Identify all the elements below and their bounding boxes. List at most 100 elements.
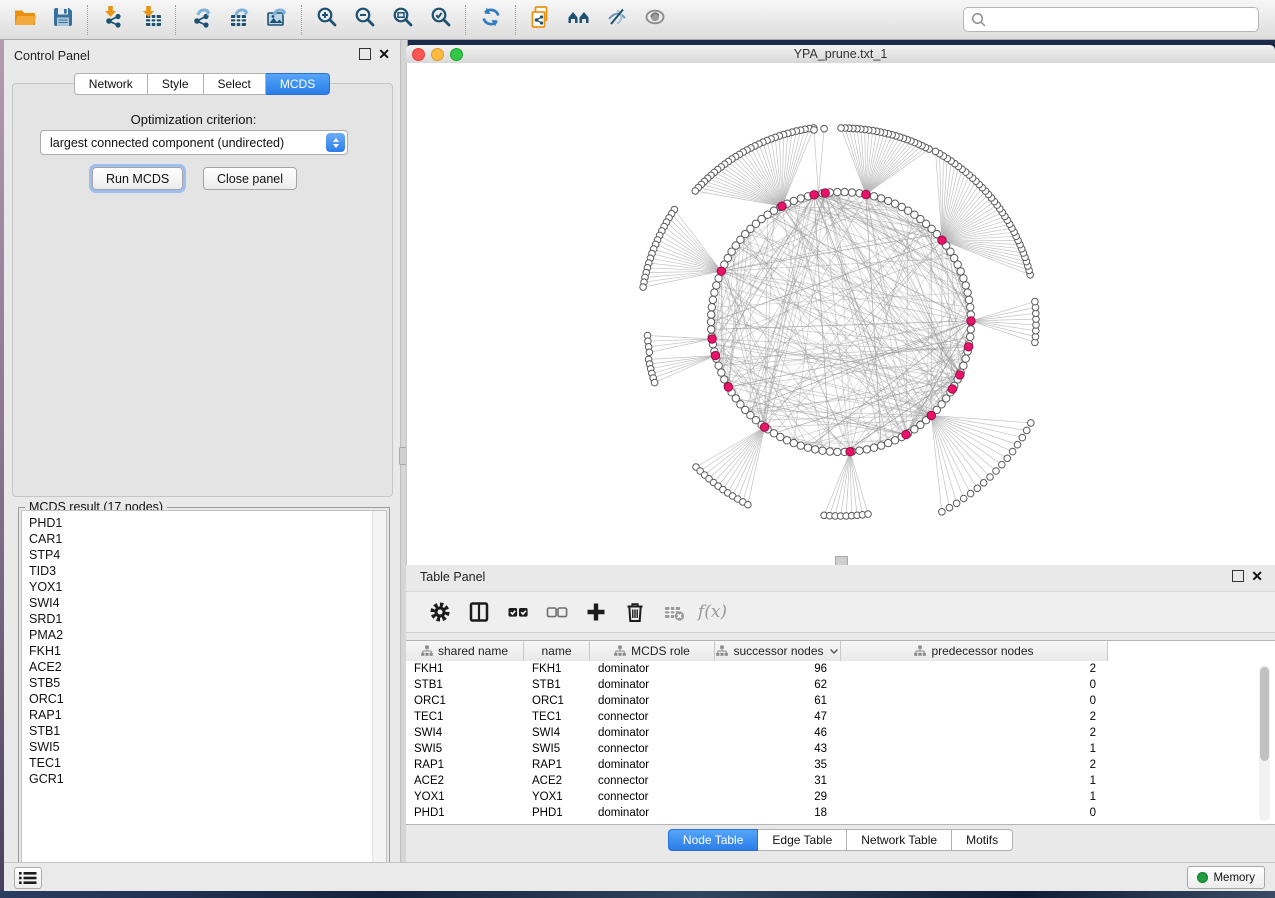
result-node-item[interactable]: YOX1: [29, 579, 386, 595]
export-table-button[interactable]: [220, 3, 258, 37]
satellite-node[interactable]: [1032, 298, 1039, 305]
hide-panel-eye-button[interactable]: [598, 3, 636, 37]
network-canvas[interactable]: [406, 63, 1275, 565]
ring-node[interactable]: [841, 188, 848, 195]
result-node-item[interactable]: ORC1: [29, 691, 386, 707]
ring-node[interactable]: [812, 446, 819, 453]
zoom-in-button[interactable]: [308, 3, 346, 37]
satellite-node[interactable]: [821, 125, 828, 132]
ring-node[interactable]: [856, 447, 863, 454]
table-row[interactable]: ACE2ACE2connector311: [406, 773, 1275, 789]
satellite-node[interactable]: [1023, 427, 1030, 434]
result-node-item[interactable]: GCR1: [29, 771, 386, 787]
float-panel-icon[interactable]: [359, 48, 371, 60]
criterion-dropdown[interactable]: largest connected component (undirected): [40, 130, 348, 155]
gear-button[interactable]: [420, 595, 459, 629]
satellite-node[interactable]: [811, 127, 818, 134]
ring-node[interactable]: [718, 369, 725, 376]
satellite-node[interactable]: [745, 501, 752, 508]
refresh-layout-button[interactable]: [472, 3, 510, 37]
column-header-shared_name[interactable]: shared name: [406, 641, 524, 661]
ring-node[interactable]: [960, 275, 967, 282]
satellite-node[interactable]: [1009, 448, 1016, 455]
mcds-hub-node[interactable]: [724, 383, 732, 391]
mcds-hub-node[interactable]: [956, 371, 964, 379]
ring-node[interactable]: [957, 268, 964, 275]
mcds-result-list[interactable]: PHD1CAR1STP4TID3YOX1SWI4SRD1PMA2FKH1ACE2…: [21, 510, 387, 877]
ring-node[interactable]: [819, 447, 826, 454]
clone-network-button[interactable]: [522, 3, 560, 37]
mcds-hub-node[interactable]: [927, 411, 935, 419]
table-scrollbar-thumb[interactable]: [1260, 667, 1269, 761]
mcds-hub-node[interactable]: [717, 267, 725, 275]
ring-node[interactable]: [707, 318, 714, 325]
ring-node[interactable]: [870, 193, 877, 200]
result-node-item[interactable]: SRD1: [29, 611, 386, 627]
result-node-item[interactable]: ACE2: [29, 659, 386, 675]
ring-node[interactable]: [891, 200, 898, 207]
search-input[interactable]: [988, 10, 1258, 30]
satellite-node[interactable]: [980, 480, 987, 487]
satellite-node[interactable]: [692, 188, 699, 195]
columns-button[interactable]: [459, 595, 498, 629]
search-box[interactable]: [963, 7, 1259, 32]
result-node-item[interactable]: SWI4: [29, 595, 386, 611]
mcds-hub-node[interactable]: [862, 190, 870, 198]
ring-node[interactable]: [965, 296, 972, 303]
ring-node[interactable]: [715, 362, 722, 369]
satellite-node[interactable]: [974, 485, 981, 492]
tab-network-table[interactable]: Network Table: [847, 829, 952, 851]
ring-node[interactable]: [708, 326, 715, 333]
mcds-hub-node[interactable]: [711, 351, 719, 359]
satellite-node[interactable]: [953, 500, 960, 507]
ring-node[interactable]: [848, 189, 855, 196]
network-graph[interactable]: [407, 63, 1275, 565]
ring-node[interactable]: [962, 355, 969, 362]
ring-node[interactable]: [709, 296, 716, 303]
satellite-node[interactable]: [1004, 455, 1011, 462]
table-scrollbar[interactable]: [1259, 665, 1270, 821]
satellite-node[interactable]: [646, 349, 653, 356]
mcds-hub-node[interactable]: [967, 317, 975, 325]
float-table-panel-icon[interactable]: [1232, 570, 1244, 582]
satellite-node[interactable]: [1014, 441, 1021, 448]
ring-node[interactable]: [964, 289, 971, 296]
satellite-node[interactable]: [987, 474, 994, 481]
table-row[interactable]: SWI4SWI4dominator462: [406, 725, 1275, 741]
plus-button[interactable]: [576, 595, 615, 629]
ring-node[interactable]: [783, 437, 790, 444]
open-session-button[interactable]: [6, 3, 44, 37]
table-row[interactable]: TEC1TEC1connector472: [406, 709, 1275, 725]
table-row[interactable]: PHD1PHD1dominator180: [406, 805, 1275, 821]
result-node-item[interactable]: TID3: [29, 563, 386, 579]
result-node-item[interactable]: STB5: [29, 675, 386, 691]
ring-node[interactable]: [834, 188, 841, 195]
export-image-button[interactable]: [258, 3, 296, 37]
column-header-successor_nodes[interactable]: successor nodes: [715, 641, 841, 661]
export-network-button[interactable]: [182, 3, 220, 37]
close-panel-icon[interactable]: ✕: [378, 49, 390, 59]
tab-node-table[interactable]: Node Table: [668, 829, 759, 851]
mcds-hub-node[interactable]: [708, 335, 716, 343]
run-mcds-button[interactable]: Run MCDS: [92, 167, 183, 190]
result-node-item[interactable]: SWI5: [29, 739, 386, 755]
result-node-item[interactable]: FKH1: [29, 643, 386, 659]
ring-node[interactable]: [863, 446, 870, 453]
mcds-hub-node[interactable]: [846, 448, 854, 456]
mcds-hub-node[interactable]: [778, 202, 786, 210]
mcds-hub-node[interactable]: [760, 423, 768, 431]
ring-node[interactable]: [708, 311, 715, 318]
ring-node[interactable]: [804, 444, 811, 451]
satellite-node[interactable]: [932, 148, 939, 155]
table-row[interactable]: STB1STB1dominator620: [406, 677, 1275, 693]
import-table-button[interactable]: [132, 3, 170, 37]
satellite-node[interactable]: [1019, 434, 1026, 441]
ring-node[interactable]: [790, 439, 797, 446]
table-row[interactable]: RAP1RAP1dominator352: [406, 757, 1275, 773]
ring-node[interactable]: [960, 362, 967, 369]
ring-node[interactable]: [797, 442, 804, 449]
tab-motifs[interactable]: Motifs: [952, 829, 1013, 851]
zoom-out-button[interactable]: [346, 3, 384, 37]
result-scrollbar[interactable]: [372, 511, 386, 876]
table-row[interactable]: YOX1YOX1connector291: [406, 789, 1275, 805]
